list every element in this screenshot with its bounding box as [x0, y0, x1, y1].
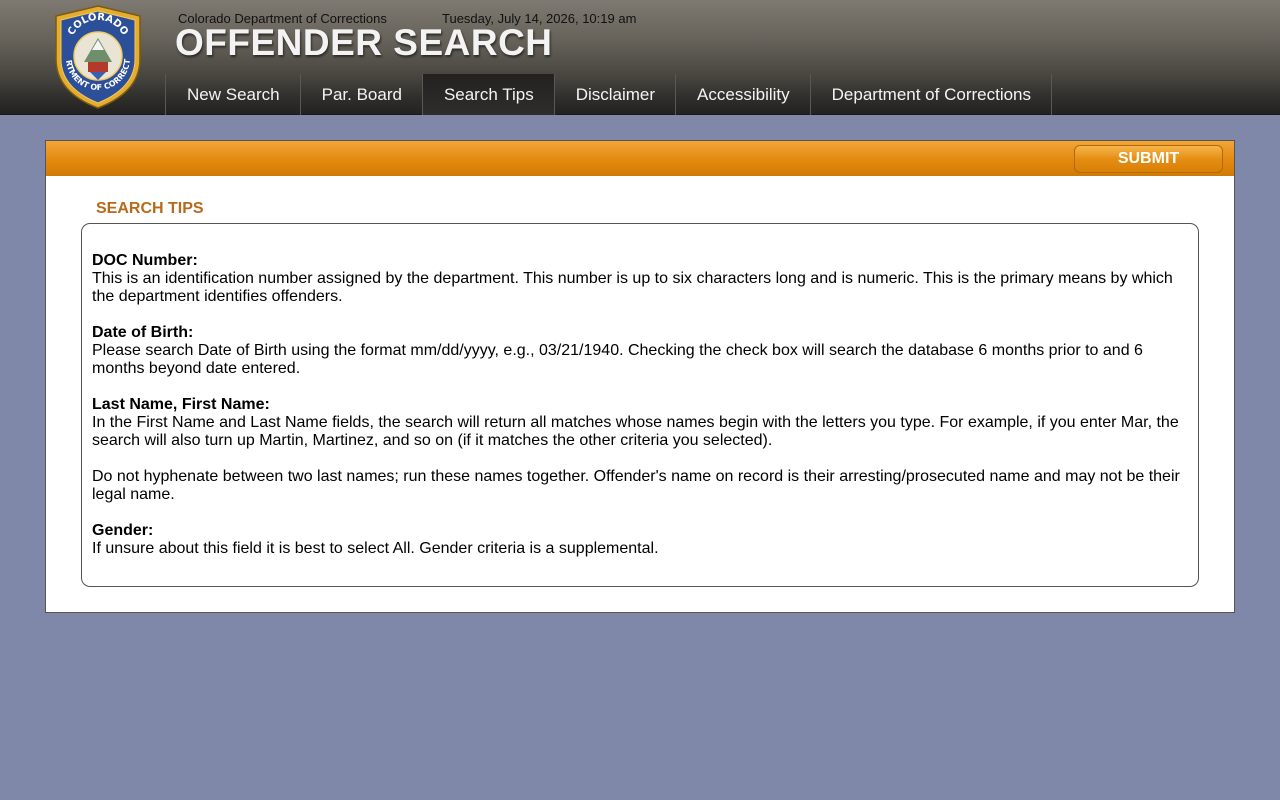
submit-button[interactable]: SUBMIT: [1074, 145, 1223, 173]
tip-title: DOC Number:: [92, 252, 198, 269]
tip-title: Gender:: [92, 522, 154, 539]
tip-body: This is an identification number assigne…: [92, 270, 1173, 305]
tip-hyphenation: Do not hyphenate between two last names;…: [92, 468, 1188, 504]
tip-date-of-birth: Date of Birth: Please search Date of Bir…: [92, 324, 1188, 378]
nav-item-department-of-corrections[interactable]: Department of Corrections: [811, 74, 1053, 115]
tip-body: If unsure about this field it is best to…: [92, 540, 659, 557]
tip-title: Date of Birth:: [92, 324, 194, 341]
department-seal-logo[interactable]: COLORADO DEPARTMENT OF CORRECTIONS: [50, 4, 146, 110]
main-navigation: New Search Par. Board Search Tips Discla…: [0, 74, 1280, 115]
section-title: SEARCH TIPS: [96, 200, 204, 217]
nav-item-par-board[interactable]: Par. Board: [301, 74, 423, 115]
nav-item-disclaimer[interactable]: Disclaimer: [555, 74, 677, 115]
header: Colorado Department of Corrections Tuesd…: [0, 0, 1280, 74]
tips-box: DOC Number: This is an identification nu…: [81, 223, 1199, 587]
nav-item-new-search[interactable]: New Search: [166, 74, 301, 115]
nav-item-search-tips[interactable]: Search Tips: [422, 74, 555, 115]
nav-items: New Search Par. Board Search Tips Discla…: [165, 74, 1053, 115]
tip-gender: Gender: If unsure about this field it is…: [92, 522, 1188, 558]
tip-body: Please search Date of Birth using the fo…: [92, 342, 1143, 377]
tip-body: In the First Name and Last Name fields, …: [92, 414, 1179, 449]
app-title: OFFENDER SEARCH: [175, 22, 553, 63]
tip-title: Last Name, First Name:: [92, 396, 270, 413]
search-tips-panel: SUBMIT SEARCH TIPS DOC Number: This is a…: [45, 140, 1235, 613]
tip-last-name-first-name: Last Name, First Name: In the First Name…: [92, 396, 1188, 450]
nav-item-accessibility[interactable]: Accessibility: [676, 74, 811, 115]
tip-body: Do not hyphenate between two last names;…: [92, 468, 1180, 503]
tip-doc-number: DOC Number: This is an identification nu…: [92, 252, 1188, 306]
panel-action-bar: SUBMIT: [46, 141, 1234, 176]
